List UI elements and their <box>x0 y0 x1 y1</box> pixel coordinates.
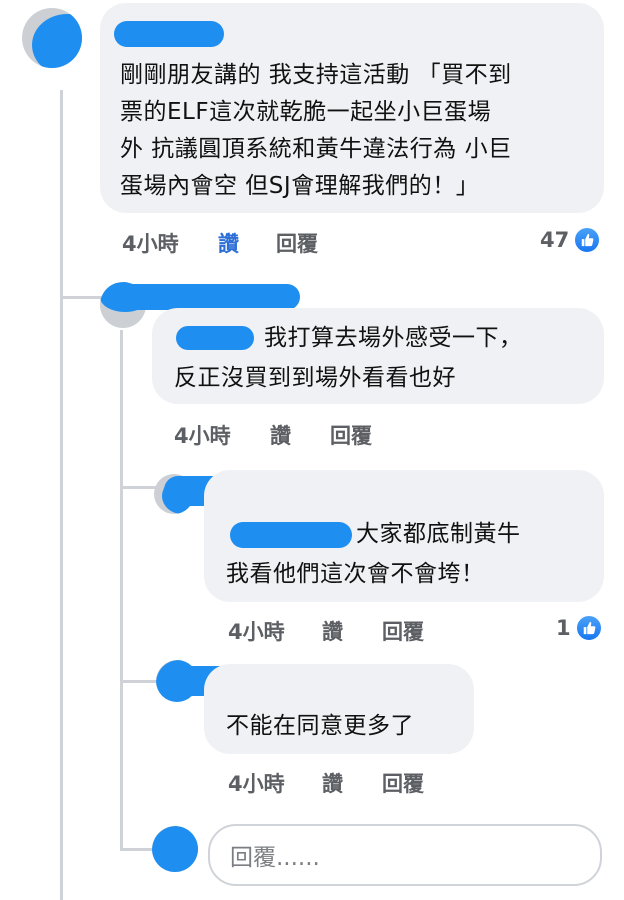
thread-line-branch-3 <box>120 680 156 683</box>
like-button[interactable]: 讚 <box>322 616 343 646</box>
reply-input-placeholder: 回覆...... <box>230 845 320 871</box>
timestamp[interactable]: 4小時 <box>122 228 179 258</box>
comment-text: 我打算去場外感受一下， <box>264 325 523 351</box>
comment-meta: 4小時 讚 回覆 <box>0 228 624 258</box>
author-name-redaction[interactable] <box>114 21 224 47</box>
timestamp[interactable]: 4小時 <box>228 768 285 798</box>
comment-meta: 4小時 讚 回覆 <box>0 420 624 450</box>
comment-bubble: 我打算去場外感受一下， 反正沒買到到場外看看也好 <box>152 308 604 404</box>
comment-text: 大家都底制黃牛 <box>356 521 521 547</box>
comment-line: 票的ELF這次就乾脆一起坐小巨蛋場 <box>120 99 492 125</box>
thread-line-branch-2 <box>120 486 156 489</box>
mention-redaction[interactable] <box>176 326 254 350</box>
current-user-avatar <box>152 826 198 872</box>
comment-line: 蛋場內會空 但SJ會理解我們的！」 <box>120 173 480 199</box>
comment-bubble: 不能在同意更多了 <box>204 664 474 754</box>
avatar-redaction <box>32 14 82 68</box>
like-button[interactable]: 讚 <box>270 420 291 450</box>
thumbs-up-icon <box>574 614 603 642</box>
comment-text: 我看他們這次會不會垮！ <box>226 561 485 587</box>
mention-redaction[interactable] <box>230 522 352 548</box>
comment-text: 不能在同意更多了 <box>226 713 414 739</box>
comment-line: 外 抗議圓頂系統和黃牛違法行為 小巨 <box>120 136 512 162</box>
comment-text: 反正沒買到到場外看看也好 <box>174 365 456 391</box>
avatar[interactable] <box>22 8 82 68</box>
reaction-number: 1 <box>556 616 571 640</box>
like-button[interactable]: 讚 <box>322 768 343 798</box>
reply-button[interactable]: 回覆 <box>382 768 424 798</box>
thread-line-branch-4 <box>120 848 156 851</box>
reaction-count[interactable]: 47 <box>540 226 602 254</box>
reply-button[interactable]: 回覆 <box>330 420 372 450</box>
reply-input[interactable]: 回覆...... <box>208 824 602 886</box>
comment-text: 剛剛朋友講的 我支持這活動 「買不到 票的ELF這次就乾脆一起坐小巨蛋場 外 抗… <box>120 57 600 205</box>
comment-meta: 4小時 讚 回覆 <box>0 616 624 646</box>
avatar-redaction <box>152 826 198 872</box>
author-name-redaction[interactable] <box>120 284 300 310</box>
comment-bubble: 剛剛朋友講的 我支持這活動 「買不到 票的ELF這次就乾脆一起坐小巨蛋場 外 抗… <box>100 3 604 213</box>
thumbs-up-icon <box>573 226 602 254</box>
reaction-count[interactable]: 1 <box>556 614 603 642</box>
comment-bubble: 大家都底制黃牛 我看他們這次會不會垮！ <box>204 470 604 602</box>
timestamp[interactable]: 4小時 <box>174 420 231 450</box>
reply-button[interactable]: 回覆 <box>382 616 424 646</box>
reaction-number: 47 <box>540 228 570 252</box>
like-button[interactable]: 讚 <box>218 228 239 258</box>
comment-line: 剛剛朋友講的 我支持這活動 「買不到 <box>120 62 512 88</box>
reply-button[interactable]: 回覆 <box>276 228 318 258</box>
timestamp[interactable]: 4小時 <box>228 616 285 646</box>
comment-meta: 4小時 讚 回覆 <box>0 768 624 798</box>
